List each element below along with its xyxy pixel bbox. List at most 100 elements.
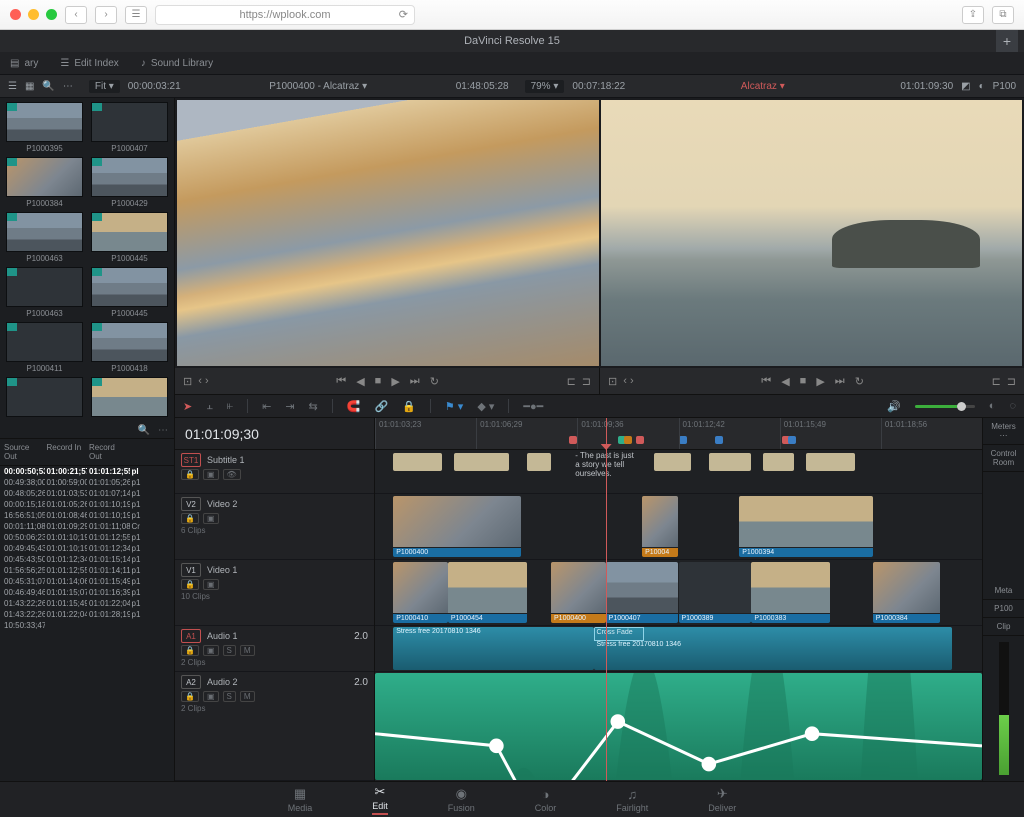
address-bar[interactable]: https://wplook.com ⟳: [155, 5, 415, 25]
insert-icon[interactable]: ⇤: [262, 400, 271, 413]
stop-icon[interactable]: ■: [800, 375, 807, 387]
edit-index-toggle[interactable]: ☰ Edit Index: [60, 58, 118, 69]
track-a1[interactable]: Stress free 20170810 1346 Stress free 20…: [375, 626, 982, 672]
search-icon[interactable]: 🔍: [42, 81, 54, 92]
mark-in-icon[interactable]: ⊏: [567, 375, 576, 388]
track-a2[interactable]: [375, 672, 982, 781]
forward-button[interactable]: ›: [95, 6, 117, 24]
subtitle-clip[interactable]: [709, 453, 751, 471]
track-header-v2[interactable]: V2Video 2 🔒▣ 6 Clips: [175, 494, 374, 560]
nav-deliver[interactable]: ✈Deliver: [698, 784, 746, 815]
media-thumb[interactable]: P1000445: [91, 212, 168, 263]
zoom-window-icon[interactable]: [46, 9, 57, 20]
trim-tool-icon[interactable]: ⫠: [206, 400, 213, 413]
first-frame-icon[interactable]: ⏮: [336, 375, 346, 388]
edit-index-row[interactable]: 10:50:33;47: [0, 620, 174, 631]
media-thumb[interactable]: P1000395: [6, 102, 83, 153]
timeline-timecode[interactable]: 01:01:09;30: [175, 418, 374, 450]
loop-icon[interactable]: ↻: [430, 375, 439, 388]
media-thumb[interactable]: P1000463: [6, 267, 83, 318]
mute-icon[interactable]: ◌: [1009, 400, 1016, 412]
edit-index-row[interactable]: 00:00:15;1801:01:05;2601:01:10;19p1: [0, 499, 174, 510]
match-frame-icon[interactable]: ⊡: [608, 375, 617, 388]
media-thumb[interactable]: [91, 377, 168, 419]
options-icon[interactable]: ⋯: [158, 425, 168, 436]
timeline-name[interactable]: Alcatraz: [741, 81, 777, 92]
play-icon[interactable]: ▶: [391, 375, 399, 388]
video-clip[interactable]: P1000384: [873, 562, 940, 623]
video-clip[interactable]: P1000410: [393, 562, 448, 623]
nav-edit[interactable]: ✂Edit: [362, 782, 398, 817]
subtitle-clip[interactable]: [806, 453, 855, 471]
overwrite-icon[interactable]: ⇥: [285, 400, 294, 413]
edit-index-row[interactable]: 00:45:43;5001:01:12;3401:01:15;14p1: [0, 554, 174, 565]
reload-icon[interactable]: ⟳: [399, 8, 408, 21]
edit-index-row[interactable]: 00:49:38;0001:00:59;0001:01:05;26p1: [0, 477, 174, 488]
snap-icon[interactable]: 🧲: [347, 400, 361, 413]
subtitle-clip[interactable]: [454, 453, 509, 471]
link-icon[interactable]: 🔗: [374, 400, 388, 413]
track-v2[interactable]: P1000400 P10004 P1000394: [375, 494, 982, 560]
play-icon[interactable]: ▶: [816, 375, 824, 388]
library-toggle[interactable]: ▤ ary: [10, 58, 38, 69]
share-button[interactable]: ⇪: [962, 6, 984, 24]
subtitle-clip[interactable]: [527, 453, 551, 471]
video-clip[interactable]: P1000389: [679, 562, 752, 623]
nav-color[interactable]: ◑Color: [525, 785, 567, 815]
video-clip[interactable]: P1000400: [551, 562, 606, 623]
grid-view-icon[interactable]: ▦: [25, 81, 34, 92]
options-icon[interactable]: ⋯: [63, 81, 73, 92]
sound-library-toggle[interactable]: ♪ Sound Library: [141, 58, 213, 69]
lock-icon[interactable]: 🔒: [181, 469, 199, 480]
record-viewer[interactable]: [601, 100, 1023, 366]
rec-zoom-dropdown[interactable]: 79% ▾: [525, 80, 565, 93]
minimize-window-icon[interactable]: [28, 9, 39, 20]
media-thumb[interactable]: P1000429: [91, 157, 168, 208]
subtitle-clip[interactable]: [393, 453, 442, 471]
mark-in-icon[interactable]: ⊏: [992, 375, 1001, 388]
loop-icon[interactable]: ◐: [979, 81, 985, 92]
media-thumb[interactable]: P1000445: [91, 267, 168, 318]
edit-index-row[interactable]: 00:01:11;0801:01:09;2901:01:11;08Cr: [0, 521, 174, 532]
audio-clip[interactable]: Stress free 20170810 1346 Cross Fade: [594, 627, 952, 670]
eye-icon[interactable]: 👁: [223, 469, 241, 480]
edit-index-row[interactable]: 16:56:51;0501:01:08;4601:01:10;19p1: [0, 510, 174, 521]
zoom-slider-icon[interactable]: ━●━: [523, 400, 543, 413]
video-clip[interactable]: P1000454: [448, 562, 527, 623]
edit-index-row[interactable]: 00:49:45;4301:01:10;1901:01:12;34p1: [0, 543, 174, 554]
track-header-a2[interactable]: A2Audio 22.0 🔒▣SM 2 Clips: [175, 672, 374, 781]
timeline-ruler[interactable]: 01:01:03;2301:01:06;2901:01:09;3601:01:1…: [375, 418, 982, 450]
edit-index-row[interactable]: 01:56:56;2501:01:12;5501:01:14;11p1: [0, 565, 174, 576]
play-reverse-icon[interactable]: ◀: [781, 375, 789, 388]
replace-icon[interactable]: ⇆: [309, 400, 318, 413]
video-clip[interactable]: P1000400: [393, 496, 520, 557]
media-thumb[interactable]: P1000384: [6, 157, 83, 208]
list-view-icon[interactable]: ☰: [8, 81, 17, 92]
dim-icon[interactable]: ◐: [989, 400, 996, 412]
in-out-icon[interactable]: ‹ ›: [198, 375, 208, 387]
mark-out-icon[interactable]: ⊐: [582, 375, 591, 388]
media-thumb[interactable]: P1000463: [6, 212, 83, 263]
media-thumb[interactable]: P1000411: [6, 322, 83, 373]
edit-index-row[interactable]: 00:46:49;4601:01:15;0701:01:16;39p1: [0, 587, 174, 598]
nav-fusion[interactable]: ◉Fusion: [438, 784, 485, 815]
video-clip[interactable]: P1000394: [739, 496, 873, 557]
add-page-button[interactable]: +: [996, 30, 1018, 52]
play-reverse-icon[interactable]: ◀: [356, 375, 364, 388]
sidebar-button[interactable]: ☰: [125, 6, 147, 24]
track-header-a1[interactable]: A1Audio 12.0 🔒▣SM 2 Clips: [175, 626, 374, 672]
edit-index-row[interactable]: 01:43:22;2601:01:15;4901:01:22;04p1: [0, 598, 174, 609]
edit-index-row[interactable]: 00:50:06;2301:01:10;1901:01:12;55p1: [0, 532, 174, 543]
edit-index-row[interactable]: 00:45:31;0701:01:14;0601:01:15;49p1: [0, 576, 174, 587]
tabs-button[interactable]: ⧉: [992, 6, 1014, 24]
back-button[interactable]: ‹: [65, 6, 87, 24]
video-clip[interactable]: P10004: [642, 496, 678, 557]
loop-icon[interactable]: ↻: [855, 375, 864, 388]
subtitle-clip[interactable]: [763, 453, 793, 471]
edit-index-body[interactable]: 00:00:50;5301:00:21;5701:01:12;55pl00:49…: [0, 466, 174, 781]
first-frame-icon[interactable]: ⏮: [761, 375, 771, 388]
playhead[interactable]: [606, 418, 607, 781]
volume-icon[interactable]: 🔊: [887, 400, 901, 413]
search-icon[interactable]: 🔍: [138, 425, 150, 436]
video-clip[interactable]: P1000383: [751, 562, 830, 623]
